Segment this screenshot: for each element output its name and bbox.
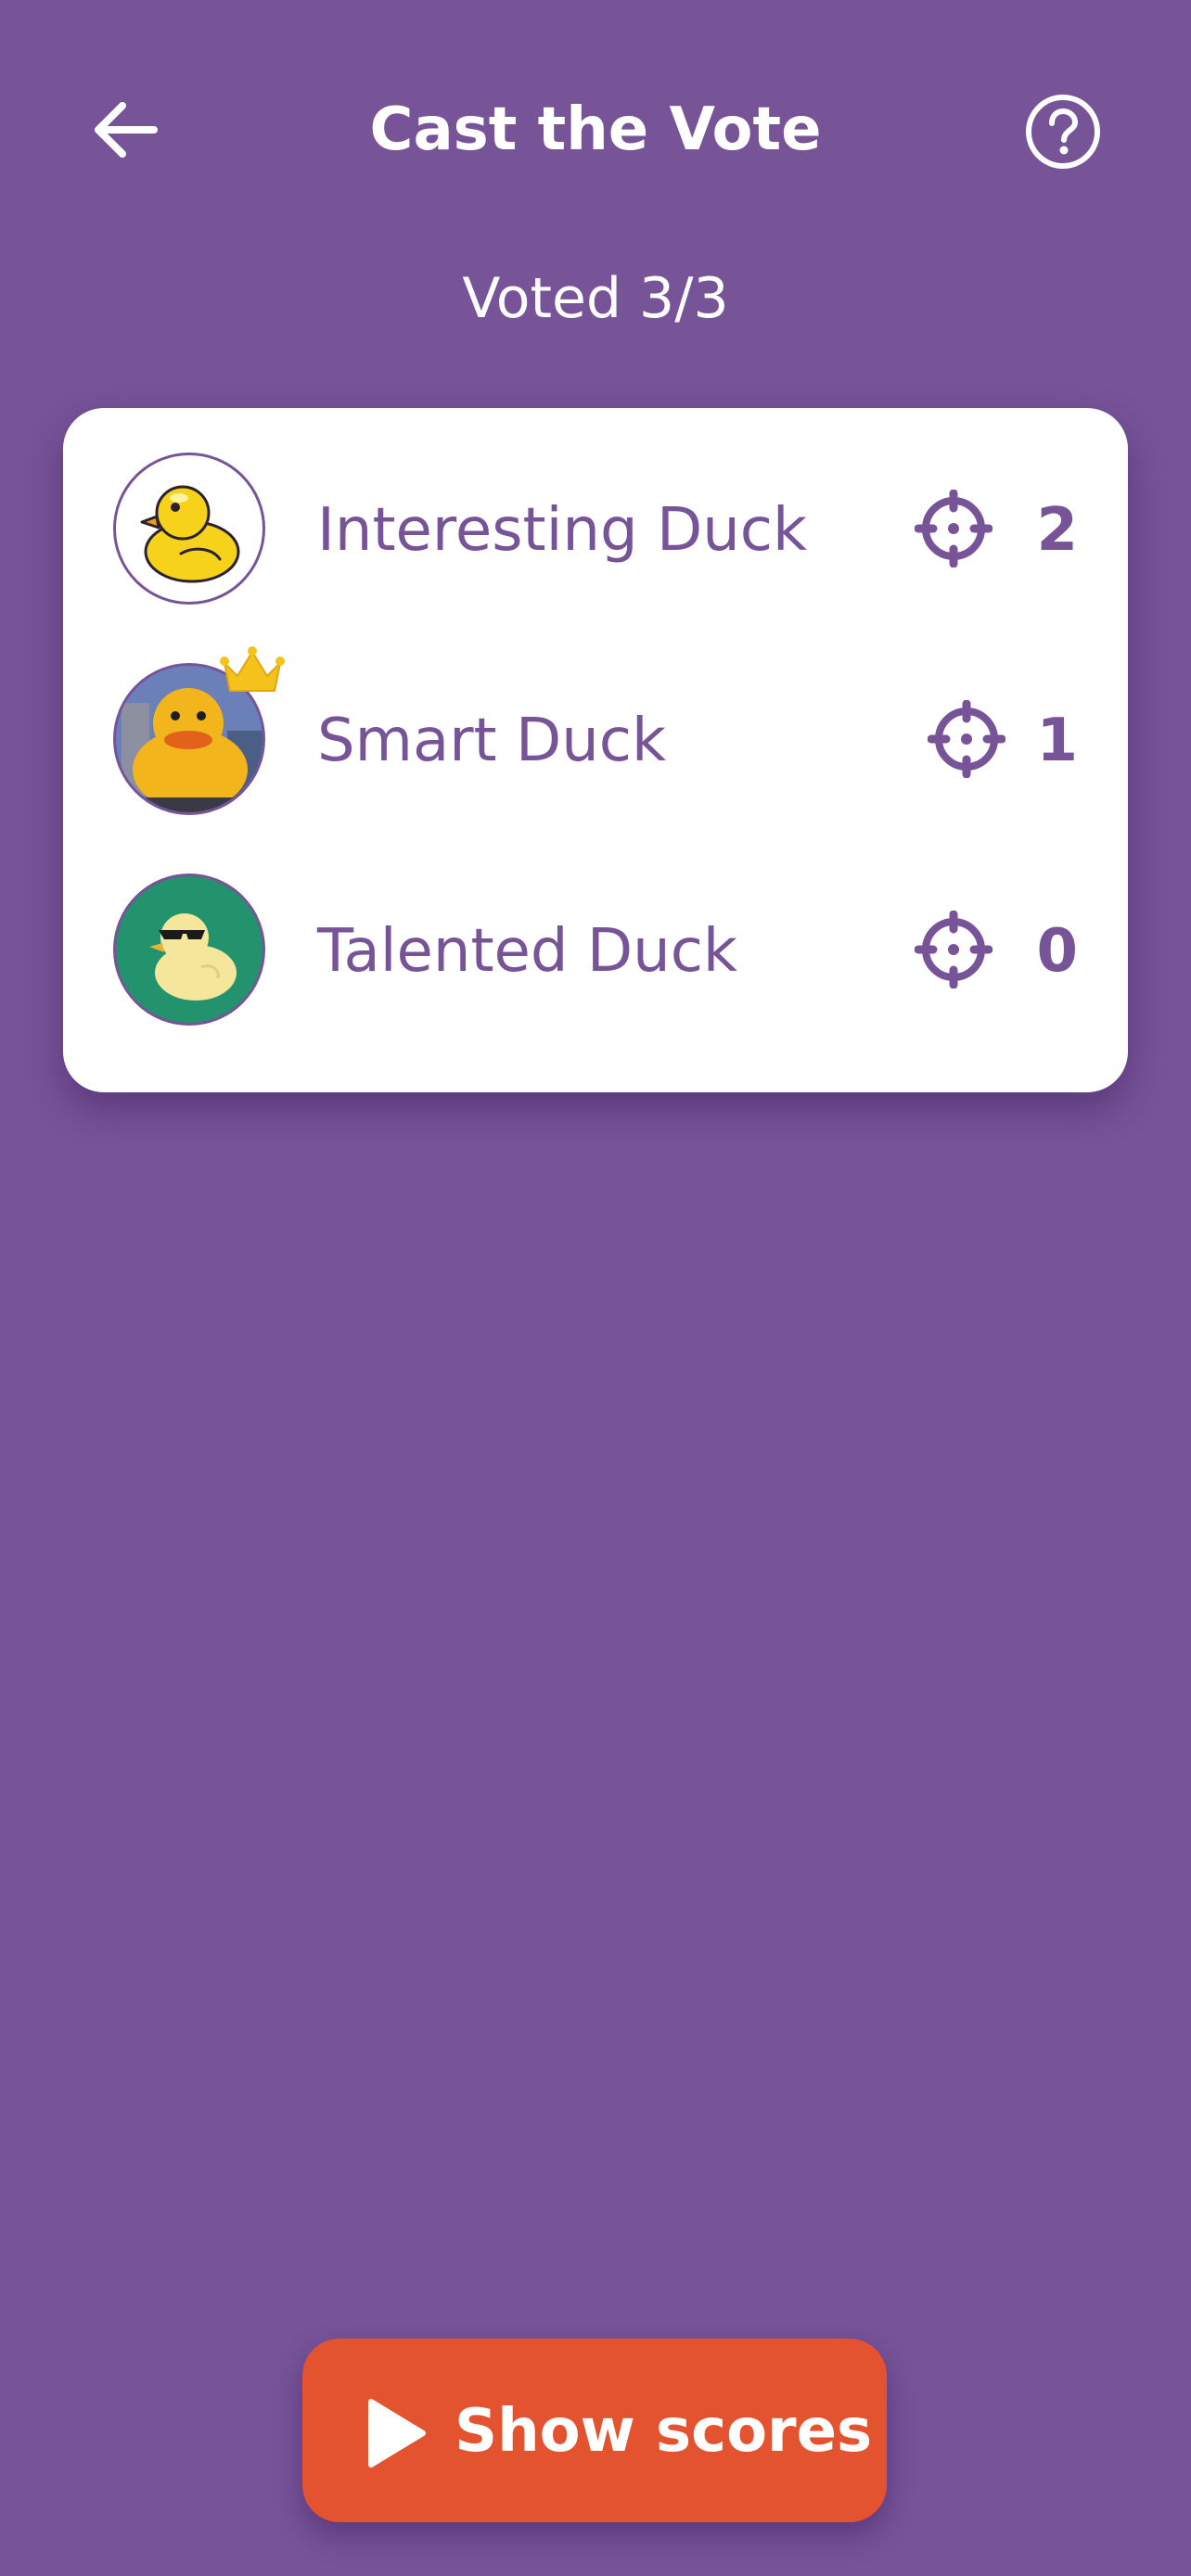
player-row[interactable]: Smart Duck 1: [63, 646, 1128, 841]
player-name: Smart Duck: [317, 707, 667, 775]
vote-count: 1: [1036, 707, 1078, 775]
crosshair-icon: [915, 911, 992, 988]
question-circle-icon: [1026, 95, 1100, 169]
sunglasses-duck-avatar: [113, 874, 265, 1026]
rubber-duck-avatar: [113, 453, 265, 605]
player-name: Talented Duck: [317, 917, 737, 986]
vote-count: 0: [1036, 917, 1078, 986]
vote-count: 2: [1036, 496, 1078, 565]
play-icon: [368, 2399, 426, 2468]
voted-status: Voted 3/3: [462, 266, 729, 331]
crosshair-icon: [928, 700, 1005, 778]
crown-icon: [220, 646, 285, 692]
help-button[interactable]: [1024, 93, 1102, 171]
player-row[interactable]: Interesting Duck 2: [63, 445, 1128, 631]
show-scores-button[interactable]: Show scores: [302, 2339, 887, 2522]
top-bar: Cast the Vote: [0, 0, 1191, 260]
show-scores-label: Show scores: [455, 2397, 873, 2466]
crosshair-icon: [915, 490, 992, 567]
vote-list-card: Interesting Duck 2 Smart Duck 1 Talented…: [63, 408, 1128, 1092]
player-name: Interesting Duck: [317, 496, 808, 565]
page-title: Cast the Vote: [369, 96, 822, 164]
player-row[interactable]: Talented Duck 0: [63, 866, 1128, 1052]
